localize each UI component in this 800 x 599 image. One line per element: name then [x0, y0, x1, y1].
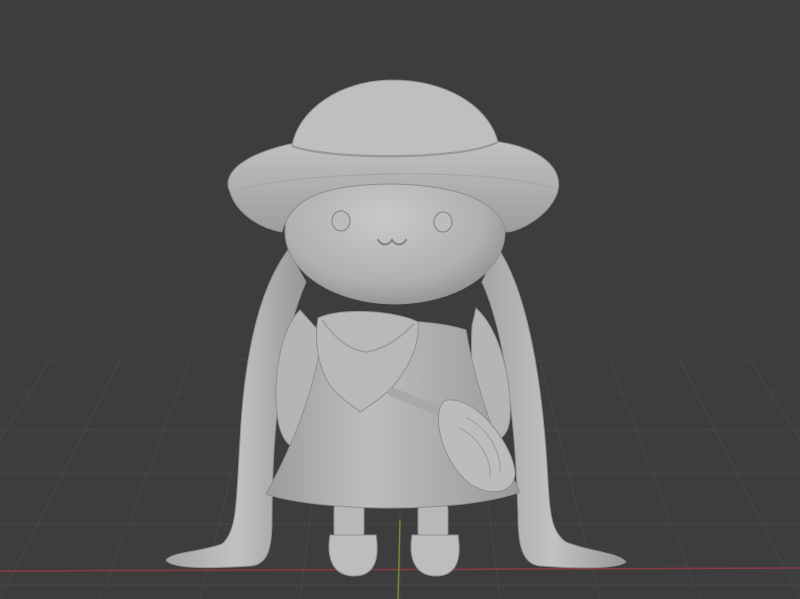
- character-model[interactable]: [165, 79, 627, 577]
- viewport-canvas[interactable]: [0, 0, 800, 599]
- left-eye: [331, 210, 351, 232]
- right-eye: [433, 211, 453, 233]
- legs: [328, 499, 460, 577]
- 3d-viewport[interactable]: [0, 0, 800, 599]
